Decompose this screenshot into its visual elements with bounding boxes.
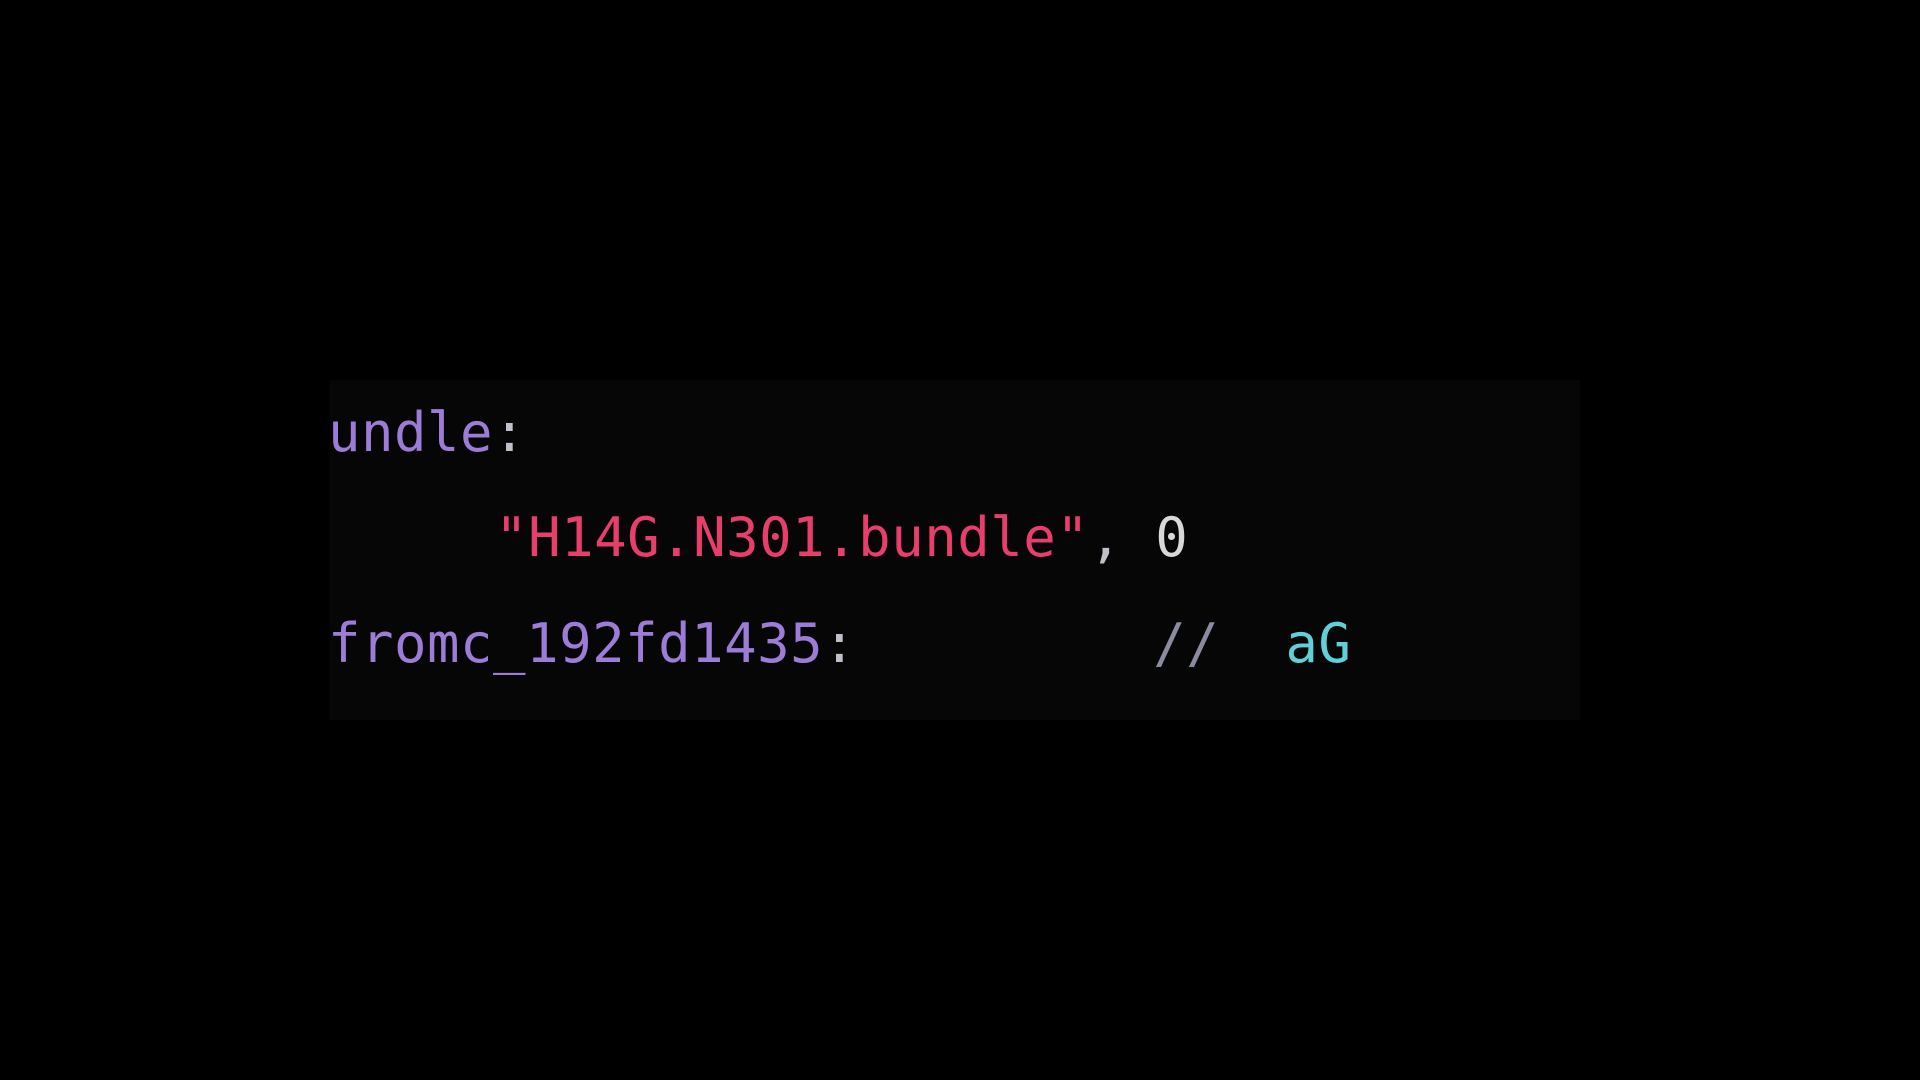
code-number-literal: 0: [1155, 506, 1188, 569]
code-string-literal: "H14G.N301.bundle": [495, 506, 1089, 569]
code-comma: ,: [1089, 506, 1122, 569]
code-comment-space: [1219, 612, 1285, 675]
code-colon: :: [493, 401, 526, 464]
code-colon: :: [823, 612, 856, 675]
code-line-2: "H14G.N301.bundle", 0: [330, 485, 1580, 590]
code-comment-marker: //: [1153, 612, 1219, 675]
code-comment-text: aG: [1285, 612, 1351, 675]
code-space: [1122, 506, 1155, 569]
code-label-fragment: undle: [330, 401, 493, 464]
code-gap: [856, 612, 1153, 675]
code-label: fromc_192fd1435: [330, 612, 823, 675]
code-indent: [330, 506, 495, 569]
code-editor-viewport[interactable]: undle: "H14G.N301.bundle", 0 fromc_192fd…: [330, 380, 1580, 720]
code-line-1: undle:: [330, 380, 1580, 485]
code-line-3: fromc_192fd1435: // aG: [330, 591, 1580, 696]
